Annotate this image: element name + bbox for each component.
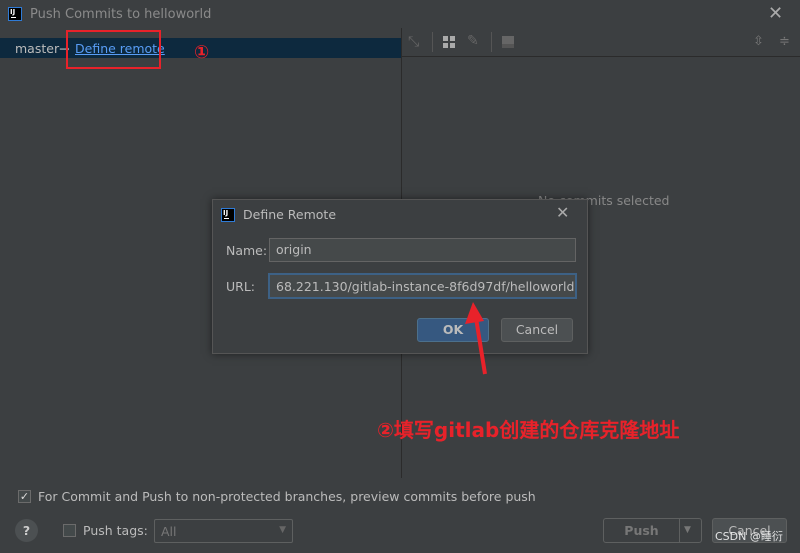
push-tags-value: All	[161, 524, 177, 539]
window-title: Push Commits to helloworld	[30, 7, 212, 22]
separator	[679, 519, 680, 542]
dialog-title: Define Remote	[243, 207, 337, 222]
intellij-icon: IJ	[8, 7, 22, 21]
preview-icon[interactable]	[502, 36, 514, 48]
close-icon[interactable]: ✕	[768, 3, 783, 24]
group-by-icon[interactable]	[443, 36, 455, 48]
annotation-step2: ②填写gitlab创建的仓库克隆地址	[377, 418, 680, 442]
help-button[interactable]: ?	[15, 519, 38, 542]
push-tags-checkbox[interactable]	[63, 524, 76, 537]
push-tags-label: Push tags:	[83, 523, 148, 538]
collapse-icon[interactable]: ⤡	[408, 34, 419, 50]
edit-icon[interactable]: ✎	[467, 33, 479, 49]
separator	[491, 32, 492, 52]
preview-checkbox[interactable]: ✓	[18, 490, 31, 503]
push-label: Push	[624, 523, 659, 538]
push-button[interactable]: Push ▼	[603, 518, 702, 543]
close-icon[interactable]: ✕	[556, 203, 569, 222]
name-label: Name:	[226, 243, 268, 258]
url-label: URL:	[226, 279, 256, 294]
annotation-arrow	[465, 302, 487, 375]
highlight-box	[66, 30, 161, 69]
cancel-button[interactable]: Cancel	[501, 318, 573, 342]
push-tags-select[interactable]: All ▼	[154, 519, 293, 543]
watermark: CSDN @睡衍	[715, 530, 783, 543]
toolbar-divider	[402, 56, 800, 57]
local-branch: master	[15, 41, 60, 56]
chevron-down-icon: ▼	[279, 525, 286, 535]
separator	[432, 32, 433, 52]
preview-checkbox-label: For Commit and Push to non-protected bra…	[38, 489, 536, 504]
define-remote-dialog: IJ Define Remote ✕ Name: origin URL: 68.…	[212, 199, 588, 354]
annotation-step1: ①	[194, 42, 210, 63]
name-input[interactable]: origin	[269, 238, 576, 262]
url-input[interactable]: 68.221.130/gitlab-instance-8f6d97df/hell…	[268, 273, 577, 299]
expand-all-icon[interactable]: ⇳	[753, 34, 764, 49]
collapse-all-icon[interactable]: ≑	[779, 34, 790, 49]
chevron-down-icon[interactable]: ▼	[684, 519, 691, 542]
intellij-icon: IJ	[221, 208, 235, 222]
